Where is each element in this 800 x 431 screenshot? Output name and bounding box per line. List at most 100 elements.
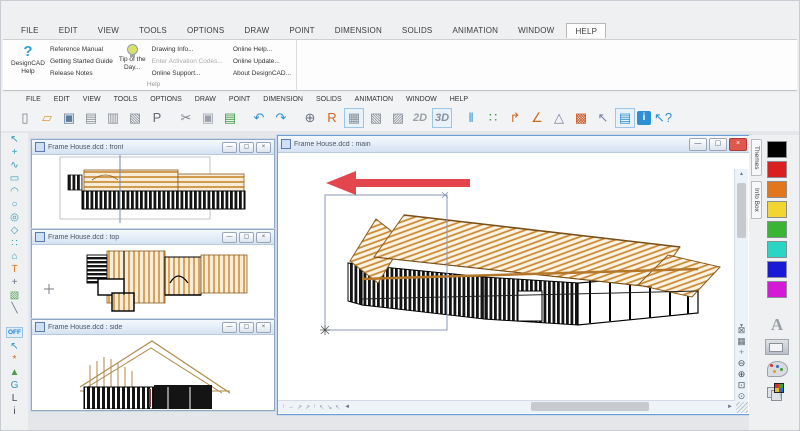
polyline-tool-icon[interactable]: ∿ (10, 159, 18, 172)
paste-icon[interactable]: ▤ (220, 108, 240, 128)
duplicate-cursor-icon[interactable]: ↖ (10, 340, 18, 353)
top-view-canvas[interactable] (32, 245, 274, 319)
ribbon-tab[interactable]: POINT (281, 23, 322, 38)
ribbon-tab[interactable]: TOOLS (131, 23, 175, 38)
swatch-cyan[interactable] (767, 241, 787, 258)
grid-toggle-icon[interactable]: ▦ (737, 336, 746, 347)
redo-icon[interactable]: ↷ (271, 108, 291, 128)
new-file-icon[interactable]: ▯ (15, 108, 35, 128)
view-cube-shaded-icon[interactable]: ▨ (388, 108, 408, 128)
page-setup-icon[interactable]: P (147, 108, 167, 128)
menu-item[interactable]: SOLIDS (316, 96, 342, 103)
menu-item[interactable]: ANIMATION (355, 96, 393, 103)
ribbon-tab[interactable]: VIEW (90, 23, 127, 38)
view-cube-wire-icon[interactable]: ▦ (344, 108, 364, 128)
zoom-in-icon[interactable]: ⊕ (738, 369, 746, 380)
ribbon-link[interactable]: Online Update... (233, 58, 291, 65)
swatch-yellow[interactable] (767, 201, 787, 218)
mode-3d-icon[interactable]: 3D (432, 108, 452, 128)
intersect-snap-icon[interactable]: i (13, 405, 15, 418)
close-button[interactable]: × (256, 321, 271, 333)
print-preview-icon[interactable]: ▧ (125, 108, 145, 128)
layers-icon[interactable]: ↑ (767, 383, 787, 401)
gravity-snap-icon[interactable]: ▲ (10, 366, 20, 379)
copy-icon[interactable]: ▣ (198, 108, 218, 128)
zoom-previous-icon[interactable]: ⊙ (738, 391, 746, 402)
close-button[interactable]: × (256, 231, 271, 243)
zoom-out-icon[interactable]: ⊖ (738, 358, 746, 369)
horizontal-scrollbar[interactable]: ↑ → ↗ ↗ ↑ ↖ ↘ ↖ ◄ ► (278, 400, 735, 413)
main-window-titlebar[interactable]: Frame House.dcd : main — ▢ × (278, 136, 750, 153)
mode-2d-icon[interactable]: 2D (410, 108, 430, 128)
ribbon-tab[interactable]: OPTIONS (179, 23, 232, 38)
view-direction-arrow-icon[interactable]: ↗ (305, 404, 310, 411)
minimize-button[interactable]: — (222, 231, 237, 243)
ribbon-link[interactable]: Drawing Info... (152, 46, 223, 53)
horizontal-scroll-thumb[interactable] (531, 402, 650, 411)
close-button[interactable]: × (256, 141, 271, 153)
front-view-canvas[interactable] (32, 155, 274, 228)
scroll-up-arrow[interactable]: ▲ (739, 169, 744, 179)
pointer-icon[interactable]: ↖ (593, 108, 613, 128)
ribbon-link[interactable]: Enter Activation Codes... (152, 58, 223, 65)
side-window-titlebar[interactable]: Frame House.dcd : side — ▢ × (32, 320, 274, 335)
crosshair-tool-icon[interactable]: + (12, 276, 18, 289)
save-icon[interactable]: ▣ (59, 108, 79, 128)
view-direction-arrow-icon[interactable]: ↑ (313, 404, 316, 411)
selection-handles-icon[interactable]: ▩ (571, 108, 591, 128)
ribbon-link[interactable]: Getting Started Guide (50, 58, 113, 65)
axes-icon[interactable]: ↱ (505, 108, 525, 128)
set-origin-icon[interactable]: ⊕ (300, 108, 320, 128)
swatch-orange[interactable] (767, 181, 787, 198)
minimize-button[interactable]: — (689, 137, 707, 151)
menu-item[interactable]: WINDOW (406, 96, 437, 103)
menu-item[interactable]: VIEW (83, 96, 101, 103)
ribbon-tab[interactable]: ANIMATION (444, 23, 506, 38)
menu-item[interactable]: POINT (229, 96, 250, 103)
tab-themes[interactable]: Themes (751, 139, 762, 177)
scroll-right-arrow[interactable]: ► (727, 404, 735, 410)
ribbon-link[interactable]: Online Help... (233, 46, 291, 53)
open-folder-icon[interactable]: ▱ (37, 108, 57, 128)
line-snap-icon[interactable]: L (12, 392, 18, 405)
swatch-black[interactable] (767, 141, 787, 158)
snap-grid-dots-icon[interactable]: ∷ (483, 108, 503, 128)
circle-tool-icon[interactable]: ○ (11, 198, 17, 211)
ribbon-tab[interactable]: EDIT (51, 23, 86, 38)
dimension-triangle-icon[interactable]: △ (549, 108, 569, 128)
view-direction-arrow-icon[interactable]: → (288, 404, 294, 411)
menu-item[interactable]: OPTIONS (150, 96, 182, 103)
restore-button[interactable]: ▢ (239, 321, 254, 333)
view-direction-arrow-icon[interactable]: ↑ (282, 404, 285, 411)
polygon-tool-icon[interactable]: ⌂ (11, 250, 17, 263)
diamond-tool-icon[interactable]: ◇ (11, 224, 19, 237)
view-direction-arrow-icon[interactable]: ↖ (335, 404, 340, 411)
image-fill-icon[interactable] (765, 339, 789, 355)
menu-item[interactable]: EDIT (54, 96, 70, 103)
zoom-window-icon[interactable]: ⊡ (738, 380, 746, 391)
snap-off-button[interactable]: OFF (6, 327, 23, 338)
cut-icon[interactable]: ✂ (176, 108, 196, 128)
resize-grip[interactable] (736, 402, 748, 413)
rectangle-tool-icon[interactable]: ▭ (10, 172, 19, 185)
view-cube-hidden-icon[interactable]: ▧ (366, 108, 386, 128)
menu-item[interactable]: FILE (26, 96, 41, 103)
tip-of-the-day-button[interactable]: Tip of the Day... (118, 43, 147, 71)
ribbon-link[interactable]: Online Support... (152, 70, 223, 77)
ribbon-tab[interactable]: WINDOW (510, 23, 562, 38)
move-tool-icon[interactable]: + (12, 146, 18, 159)
front-window-titlebar[interactable]: Frame House.dcd : front — ▢ × (32, 140, 274, 155)
main-view-canvas[interactable]: ▲ ▼ ⊠▦+⊖⊕⊡⊙◎◌ ↑→↗↗↑↖↘↖ ◄ ► (278, 153, 748, 413)
ribbon-tab[interactable]: HELP (566, 23, 607, 38)
context-help-icon[interactable]: ↖? (653, 108, 673, 128)
ellipse-tool-icon[interactable]: ◎ (10, 211, 19, 224)
restore-button[interactable]: ▢ (709, 137, 727, 151)
render-icon[interactable]: R (322, 108, 342, 128)
swatch-green[interactable] (767, 221, 787, 238)
parallel-lines-icon[interactable]: ‖ (461, 108, 481, 128)
menu-item[interactable]: DIMENSION (263, 96, 303, 103)
view-direction-arrow-icon[interactable]: ↖ (319, 404, 324, 411)
hatch-tool-icon[interactable]: ╲ (11, 302, 17, 315)
restore-button[interactable]: ▢ (239, 231, 254, 243)
top-window-titlebar[interactable]: Frame House.dcd : top — ▢ × (32, 230, 274, 245)
